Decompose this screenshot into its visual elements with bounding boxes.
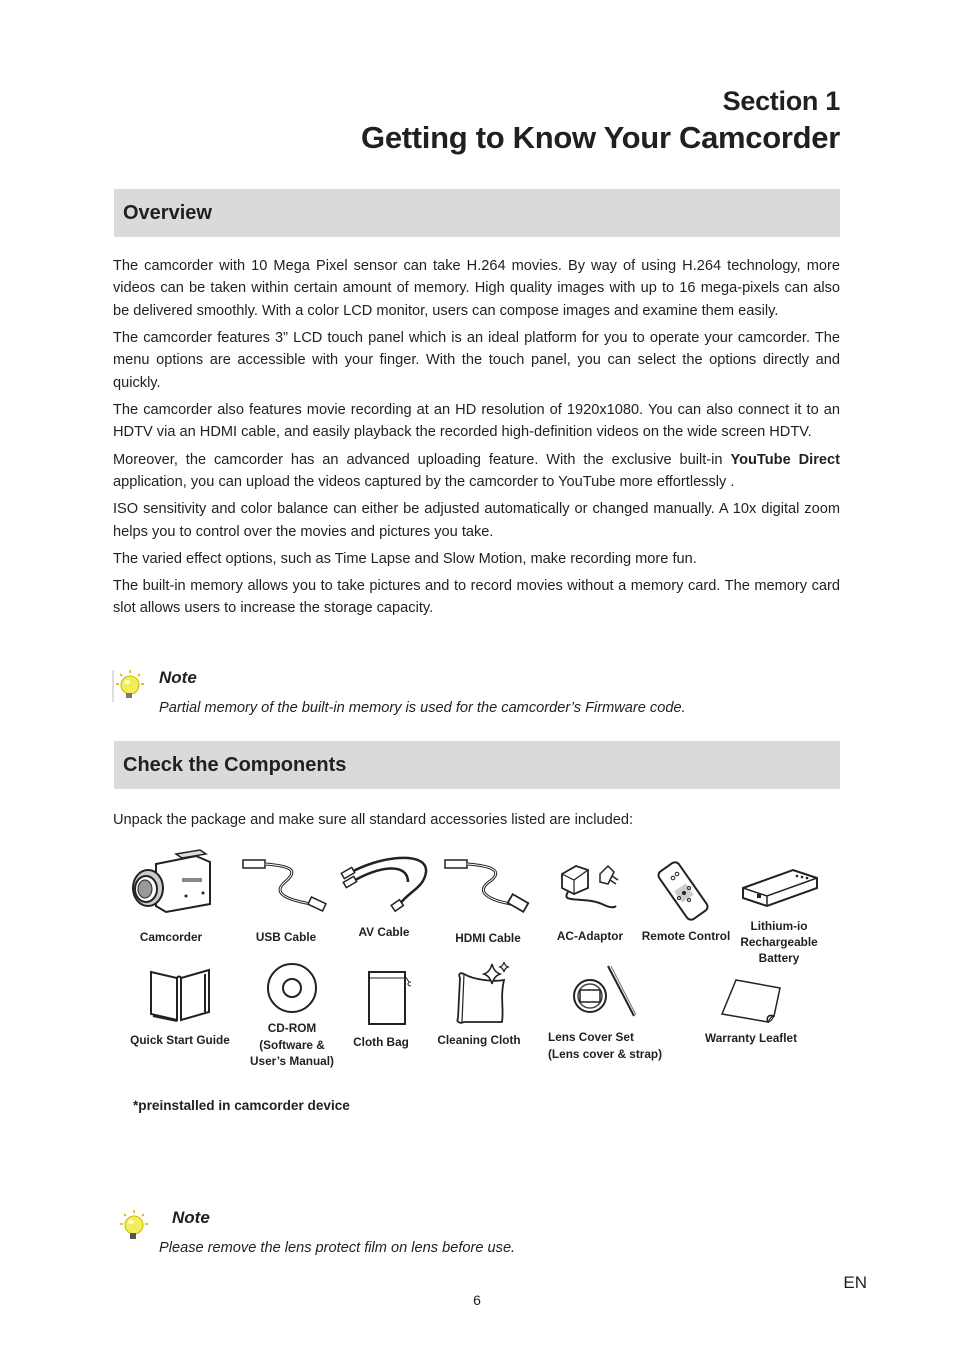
text-span: application, you can upload the videos c… [113, 474, 735, 491]
component-battery: Lithium-io Rechargeable Battery [730, 864, 828, 966]
component-label: Warranty Leaflet [705, 1031, 797, 1045]
components-heading-band: Check the Components [114, 741, 840, 789]
overview-heading: Overview [123, 202, 212, 224]
note-title: Note [159, 668, 197, 687]
ac-adaptor-icon [561, 864, 619, 909]
component-label: USB Cable [255, 930, 317, 944]
cd-rom-icon [267, 963, 317, 1013]
preinstalled-footnote: *preinstalled in camcorder device [133, 1098, 350, 1113]
overview-paragraph: The camcorder features 3” LCD touch pane… [113, 330, 840, 391]
component-cloth-bag: Cloth Bag [338, 968, 424, 1051]
component-label: AC-Adaptor [556, 929, 624, 943]
overview-paragraph: ISO sensitivity and color balance can ei… [113, 501, 840, 540]
component-cleaning-cloth: Cleaning Cloth [430, 960, 528, 1049]
component-usb-cable: USB Cable [238, 856, 334, 946]
component-camcorder: Camcorder [118, 846, 224, 946]
av-cable-icon [340, 856, 428, 913]
page-number: 6 [473, 1292, 481, 1308]
hdmi-cable-icon [444, 859, 530, 914]
note-title: Note [172, 1208, 210, 1227]
component-label: CD-ROM (Software & User’s Manual) [250, 1021, 334, 1068]
section-title: Getting to Know Your Camcorder [361, 120, 840, 155]
note-lightbulb-icon [116, 1208, 152, 1249]
component-label: HDMI Cable [455, 931, 521, 945]
component-lens-cover-set: Lens Cover Set (Lens cover & strap) [548, 962, 684, 1062]
overview-body: The camcorder with 10 Mega Pixel sensor … [113, 255, 840, 625]
note-text: Please remove the lens protect film on l… [159, 1240, 516, 1256]
components-intro: Unpack the package and make sure all sta… [113, 812, 633, 828]
component-label: AV Cable [358, 925, 410, 939]
component-cd-rom: CD-ROM (Software & User’s Manual) [244, 962, 340, 1070]
note-text: Partial memory of the built-in memory is… [159, 700, 686, 716]
leaflet-icon [720, 979, 781, 1023]
component-label: Cleaning Cloth [437, 1033, 521, 1047]
remote-control-icon [657, 861, 709, 921]
component-label: Lens Cover Set (Lens cover & strap) [548, 1030, 663, 1061]
component-label: Lithium-io Rechargeable Battery [740, 919, 818, 965]
usb-cable-icon [242, 859, 327, 913]
overview-paragraph: The varied effect options, such as Time … [113, 550, 697, 567]
section-number: Section 1 [722, 86, 841, 116]
lens-cover-icon [573, 965, 637, 1017]
component-quick-start-guide: Quick Start Guide [124, 966, 236, 1049]
component-hdmi-cable: HDMI Cable [440, 856, 536, 947]
component-remote-control: Remote Control [636, 860, 736, 945]
component-warranty-leaflet: Warranty Leaflet [700, 976, 802, 1047]
component-label: Cloth Bag [353, 1035, 409, 1049]
camcorder-icon [132, 849, 211, 914]
overview-heading-band: Overview [114, 189, 840, 237]
overview-paragraph-youtube: Moreover, the camcorder has an advanced … [113, 449, 840, 494]
youtube-direct-term: YouTube Direct [730, 451, 840, 468]
cleaning-cloth-icon [456, 961, 510, 1024]
language-code: EN [843, 1273, 867, 1292]
note-lightbulb-icon [112, 668, 148, 709]
component-label: Remote Control [641, 929, 731, 943]
component-label: Camcorder [139, 930, 203, 944]
component-av-cable: AV Cable [336, 852, 432, 941]
text-span: Moreover, the camcorder has an advanced … [113, 451, 731, 468]
overview-paragraph: The camcorder also features movie record… [113, 402, 840, 441]
cloth-bag-icon [368, 971, 411, 1025]
battery-icon [742, 868, 818, 908]
components-heading: Check the Components [123, 754, 347, 776]
book-icon [150, 968, 210, 1022]
overview-paragraph: The built-in memory allows you to take p… [113, 578, 840, 617]
overview-paragraph: The camcorder with 10 Mega Pixel sensor … [113, 258, 840, 319]
component-ac-adaptor: AC-Adaptor [548, 860, 632, 945]
component-label: Quick Start Guide [130, 1033, 230, 1047]
